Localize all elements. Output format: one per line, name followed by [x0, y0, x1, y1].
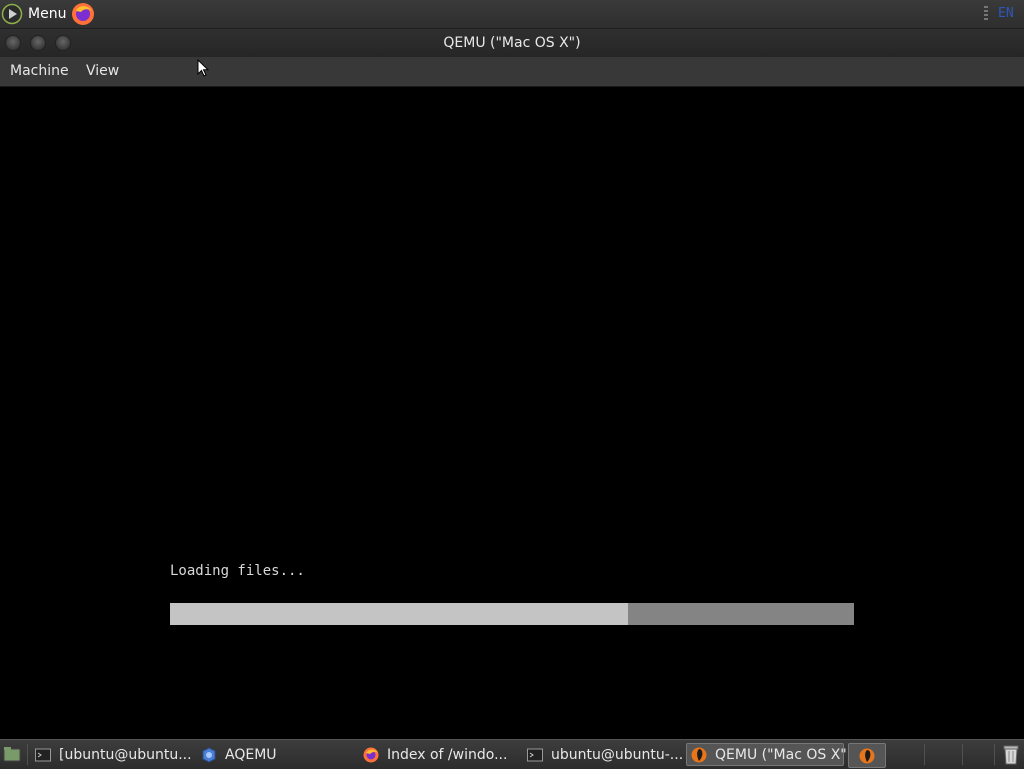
top-panel: Menu EN — [0, 0, 1024, 29]
menu-label: Menu — [28, 6, 67, 22]
task-firefox[interactable]: Index of /windo... — [363, 743, 507, 766]
task-terminal-1[interactable]: [ubuntu@ubuntu... — [35, 743, 192, 766]
mint-menu-icon — [1, 3, 23, 25]
task-label: Index of /windo... — [387, 746, 508, 763]
window-title: QEMU ("Mac OS X") — [443, 35, 581, 51]
trash-icon[interactable] — [1002, 744, 1020, 765]
show-desktop-icon[interactable] — [3, 746, 21, 762]
mouse-cursor-icon — [197, 59, 209, 77]
aqemu-icon — [202, 746, 216, 763]
window-title-bar[interactable]: QEMU ("Mac OS X") — [0, 29, 1024, 57]
menu-button[interactable]: Menu — [0, 0, 66, 28]
task-terminal-2[interactable]: ubuntu@ubuntu-... — [527, 743, 683, 766]
loading-status-text: Loading files... — [170, 563, 305, 579]
qemu-icon — [859, 748, 875, 763]
panel-handle[interactable] — [984, 6, 988, 22]
task-aqemu[interactable]: AQEMU — [201, 743, 277, 766]
menu-machine[interactable]: Machine — [10, 63, 69, 79]
menubar: Machine View — [0, 57, 1024, 87]
tray-qemu[interactable] — [848, 743, 886, 768]
vm-display[interactable]: Loading files... — [0, 87, 1024, 739]
task-label: [ubuntu@ubuntu... — [59, 746, 192, 763]
terminal-icon — [35, 748, 51, 761]
keyboard-layout-indicator[interactable]: EN — [998, 6, 1014, 21]
task-label: ubuntu@ubuntu-... — [551, 746, 684, 763]
firefox-icon[interactable] — [71, 2, 95, 26]
loading-progress-bar — [170, 603, 854, 625]
task-qemu[interactable]: QEMU ("Mac OS X") — [686, 743, 852, 766]
qemu-icon — [691, 747, 707, 762]
taskbar: [ubuntu@ubuntu... AQEMU Index of /windo.… — [0, 739, 1024, 769]
firefox-icon — [363, 747, 379, 762]
task-label: AQEMU — [225, 746, 277, 763]
menu-view[interactable]: View — [86, 63, 119, 79]
loading-progress-fill — [170, 603, 629, 625]
task-label: QEMU ("Mac OS X") — [715, 746, 853, 763]
terminal-icon — [527, 748, 543, 761]
